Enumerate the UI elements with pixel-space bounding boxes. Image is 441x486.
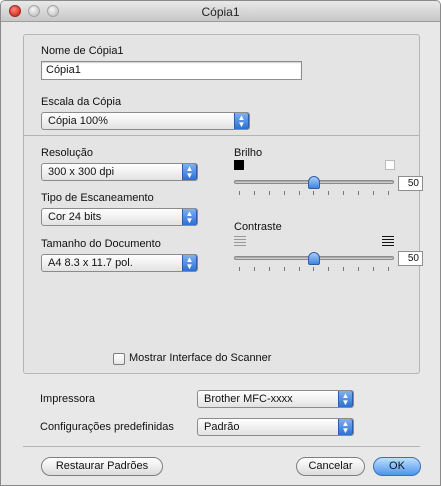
- document-size-label: Tamanho do Documento: [41, 238, 161, 250]
- light-brightness-icon: [385, 160, 395, 170]
- popup-arrows-icon: ▲ ▼: [182, 255, 197, 271]
- contrast-slider-thumb[interactable]: [308, 252, 320, 265]
- high-contrast-icon: [382, 236, 394, 246]
- contrast-value[interactable]: 50: [398, 251, 423, 266]
- section-divider: [24, 135, 419, 136]
- popup-arrows-icon: ▲ ▼: [182, 164, 197, 180]
- dark-brightness-icon: [234, 160, 244, 170]
- brightness-value[interactable]: 50: [398, 176, 423, 191]
- copy-name-label: Nome de Cópia1: [41, 45, 124, 57]
- printer-value: Brother MFC-xxxx: [204, 393, 293, 405]
- title-bar[interactable]: Cópia1: [1, 1, 440, 22]
- cancel-button[interactable]: Cancelar: [296, 457, 365, 476]
- popup-arrows-icon: ▲ ▼: [182, 209, 197, 225]
- popup-arrows-icon: ▲ ▼: [338, 391, 353, 407]
- show-scanner-interface-label[interactable]: Mostrar Interface do Scanner: [129, 352, 271, 364]
- brightness-ticks: [239, 191, 389, 195]
- scan-type-label: Tipo de Escaneamento: [41, 192, 154, 204]
- printer-select[interactable]: Brother MFC-xxxx ▲ ▼: [197, 390, 354, 408]
- copy-settings-window: Cópia1 Nome de Cópia1 Cópia1 Escala da C…: [0, 0, 441, 486]
- contrast-ticks: [239, 267, 389, 271]
- window-title: Cópia1: [201, 5, 240, 19]
- presets-select[interactable]: Padrão ▲ ▼: [197, 418, 354, 436]
- brightness-slider-thumb[interactable]: [308, 176, 320, 189]
- brightness-label: Brilho: [234, 147, 263, 159]
- ok-button[interactable]: OK: [373, 457, 421, 476]
- scan-type-select[interactable]: Cor 24 bits ▲ ▼: [41, 208, 198, 226]
- presets-value: Padrão: [204, 421, 240, 433]
- document-size-value: A4 8.3 x 11.7 pol.: [48, 257, 133, 269]
- printer-label: Impressora: [40, 393, 96, 405]
- resolution-label: Resolução: [41, 147, 93, 159]
- restore-defaults-button[interactable]: Restaurar Padrões: [41, 457, 163, 476]
- document-size-select[interactable]: A4 8.3 x 11.7 pol. ▲ ▼: [41, 254, 198, 272]
- contrast-label: Contraste: [234, 221, 282, 233]
- copy-scale-label: Escala da Cópia: [41, 96, 122, 108]
- settings-panel: Nome de Cópia1 Cópia1 Escala da Cópia Có…: [23, 34, 423, 374]
- bottom-divider: [23, 446, 420, 447]
- copy-scale-value: Cópia 100%: [48, 115, 108, 127]
- resolution-value: 300 x 300 dpi: [48, 166, 115, 178]
- copy-name-input[interactable]: Cópia1: [41, 61, 302, 80]
- resolution-select[interactable]: 300 x 300 dpi ▲ ▼: [41, 163, 198, 181]
- low-contrast-icon: [234, 236, 246, 246]
- scan-type-value: Cor 24 bits: [48, 211, 102, 223]
- copy-scale-select[interactable]: Cópia 100% ▲ ▼: [41, 112, 250, 130]
- presets-label: Configurações predefinidas: [40, 421, 174, 433]
- popup-arrows-icon: ▲ ▼: [234, 113, 249, 129]
- show-scanner-interface-checkbox[interactable]: [113, 353, 125, 365]
- popup-arrows-icon: ▲ ▼: [338, 419, 353, 435]
